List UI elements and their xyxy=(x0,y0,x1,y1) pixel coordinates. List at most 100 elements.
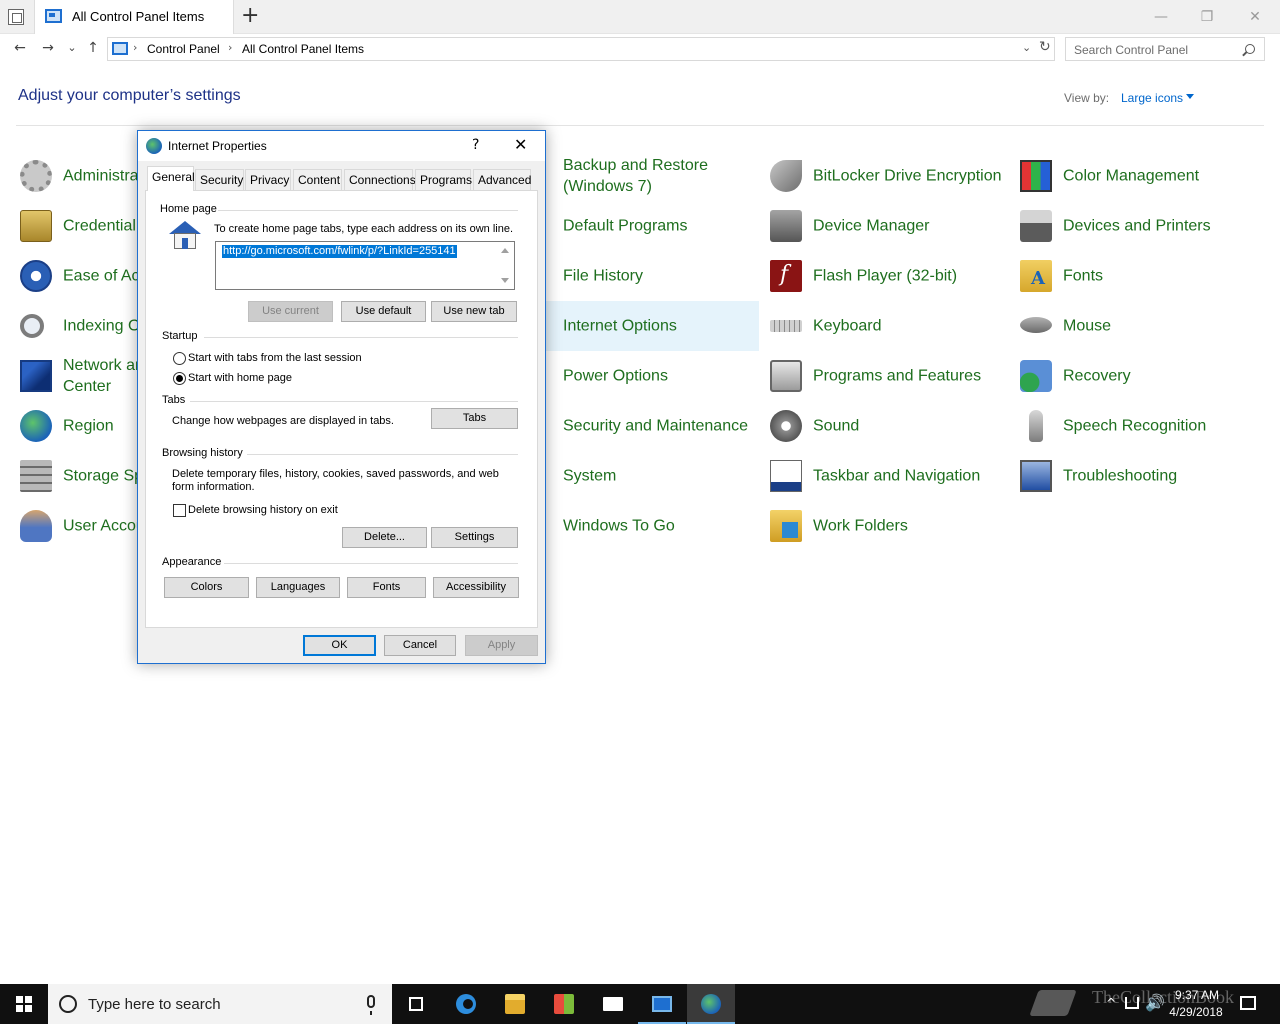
tab-content[interactable]: Content xyxy=(293,169,342,190)
url-scrollbar[interactable] xyxy=(498,243,513,288)
colors-button[interactable]: Colors xyxy=(164,577,249,598)
tab-privacy[interactable]: Privacy xyxy=(245,169,291,190)
task-view-icon[interactable] xyxy=(8,9,24,25)
cp-item-devices-printers[interactable]: Devices and Printers xyxy=(1010,201,1250,251)
cp-item-internet-options[interactable]: Internet Options xyxy=(510,301,759,351)
taskbar-search-box[interactable]: Type here to search xyxy=(48,984,392,1024)
cp-item-color-management[interactable]: Color Management xyxy=(1010,151,1250,201)
delete-history-on-exit-label[interactable]: Delete browsing history on exit xyxy=(188,504,338,517)
cp-item-programs-features[interactable]: Programs and Features xyxy=(760,351,1000,401)
task-view-button[interactable] xyxy=(392,984,440,1024)
cp-item-bitlocker[interactable]: BitLocker Drive Encryption xyxy=(760,151,1002,201)
breadcrumb-all-items[interactable]: All Control Panel Items xyxy=(242,42,364,56)
indexing-options-icon xyxy=(20,314,44,338)
use-default-button[interactable]: Use default xyxy=(341,301,426,322)
internet-globe-icon xyxy=(701,994,721,1014)
cp-item-backup-restore[interactable]: Backup and Restore (Windows 7) xyxy=(510,151,750,201)
history-settings-button[interactable]: Settings xyxy=(431,527,518,548)
cp-item-system[interactable]: System xyxy=(510,451,750,501)
group-divider xyxy=(247,454,518,455)
tabs-settings-button[interactable]: Tabs xyxy=(431,408,518,429)
cancel-button[interactable]: Cancel xyxy=(384,635,456,656)
home-page-url-input[interactable]: http://go.microsoft.com/fwlink/p/?LinkId… xyxy=(215,241,515,290)
languages-button[interactable]: Languages xyxy=(256,577,340,598)
close-button[interactable]: ✕ xyxy=(1232,3,1278,31)
accessibility-button[interactable]: Accessibility xyxy=(433,577,519,598)
taskbar-search-placeholder: Type here to search xyxy=(88,996,221,1013)
cp-item-flash-player[interactable]: Flash Player (32-bit) xyxy=(760,251,1000,301)
tab-connections[interactable]: Connections xyxy=(344,169,416,190)
help-button[interactable]: ? xyxy=(472,137,479,153)
cp-item-keyboard[interactable]: Keyboard xyxy=(760,301,1000,351)
maximize-button[interactable]: ❐ xyxy=(1184,3,1230,31)
cp-item-troubleshooting[interactable]: Troubleshooting xyxy=(1010,451,1250,501)
cp-item-recovery[interactable]: Recovery xyxy=(1010,351,1250,401)
internet-properties-taskbar-button[interactable] xyxy=(687,984,735,1024)
programs-features-icon xyxy=(770,360,802,392)
use-new-tab-button[interactable]: Use new tab xyxy=(431,301,517,322)
volume-icon[interactable]: 🔊 xyxy=(1145,993,1165,1012)
forward-button[interactable]: → xyxy=(38,38,58,58)
control-panel-taskbar-button[interactable] xyxy=(638,984,686,1024)
edge-button[interactable] xyxy=(442,984,490,1024)
cp-item-speech-recognition[interactable]: Speech Recognition xyxy=(1010,401,1250,451)
network-icon[interactable] xyxy=(1125,997,1139,1009)
action-center-icon[interactable] xyxy=(1240,996,1256,1010)
window-tab[interactable]: All Control Panel Items xyxy=(34,0,234,34)
speech-recognition-icon xyxy=(1029,410,1043,442)
dialog-title-bar[interactable]: Internet Properties ? ✕ xyxy=(138,131,545,161)
dialog-close-button[interactable]: ✕ xyxy=(514,135,527,154)
cp-item-default-programs[interactable]: Default Programs xyxy=(510,201,750,251)
start-button[interactable] xyxy=(0,984,48,1024)
startup-home-page-radio[interactable] xyxy=(173,372,186,385)
search-icon[interactable] xyxy=(1245,44,1255,54)
delete-history-button[interactable]: Delete... xyxy=(342,527,427,548)
back-button[interactable]: ← xyxy=(10,38,30,58)
clock-time[interactable]: 9:37 AM xyxy=(1172,988,1222,1002)
apply-button[interactable]: Apply xyxy=(465,635,538,656)
cp-item-power-options[interactable]: Power Options xyxy=(510,351,750,401)
cp-item-fonts[interactable]: Fonts xyxy=(1010,251,1250,301)
clock-date[interactable]: 4/29/2018 xyxy=(1166,1005,1226,1019)
task-view-icon xyxy=(409,997,423,1011)
tab-security[interactable]: Security xyxy=(195,169,244,190)
microphone-icon[interactable] xyxy=(367,995,375,1015)
cp-item-file-history[interactable]: File History xyxy=(510,251,750,301)
tab-programs[interactable]: Programs xyxy=(415,169,472,190)
file-explorer-button[interactable] xyxy=(491,984,539,1024)
recent-locations-button[interactable]: ⌄ xyxy=(62,38,82,58)
cp-item-windows-to-go[interactable]: Windows To Go xyxy=(510,501,750,551)
tray-expand-icon[interactable]: ^ xyxy=(1106,996,1116,1010)
minimize-button[interactable]: — xyxy=(1138,3,1184,31)
new-tab-button[interactable]: + xyxy=(241,4,259,28)
ok-button[interactable]: OK xyxy=(303,635,376,656)
scroll-down-icon[interactable] xyxy=(501,278,509,283)
tab-advanced[interactable]: Advanced xyxy=(473,169,531,190)
address-bar[interactable]: › Control Panel › All Control Panel Item… xyxy=(107,37,1055,61)
store-button[interactable] xyxy=(540,984,588,1024)
use-current-button[interactable]: Use current xyxy=(248,301,333,322)
cp-item-device-manager[interactable]: Device Manager xyxy=(760,201,1000,251)
view-by-dropdown[interactable]: Large icons xyxy=(1121,91,1183,105)
cp-item-taskbar-navigation[interactable]: Taskbar and Navigation xyxy=(760,451,1000,501)
up-button[interactable]: ↑ xyxy=(83,38,103,58)
tab-general[interactable]: General xyxy=(147,166,195,191)
flash-player-icon xyxy=(770,260,802,292)
refresh-button[interactable]: ↻ xyxy=(1039,39,1051,55)
cp-item-work-folders[interactable]: Work Folders xyxy=(760,501,1000,551)
startup-last-session-radio[interactable] xyxy=(173,352,186,365)
startup-last-session-label[interactable]: Start with tabs from the last session xyxy=(188,352,362,365)
delete-history-on-exit-checkbox[interactable] xyxy=(173,504,186,517)
chevron-down-icon[interactable] xyxy=(1186,94,1194,99)
cp-item-label: Windows To Go xyxy=(563,517,675,535)
cp-item-mouse[interactable]: Mouse xyxy=(1010,301,1250,351)
cp-item-sound[interactable]: Sound xyxy=(760,401,1000,451)
address-dropdown-button[interactable]: ⌄ xyxy=(1022,41,1031,54)
scroll-up-icon[interactable] xyxy=(501,248,509,253)
fonts-button[interactable]: Fonts xyxy=(347,577,426,598)
search-input[interactable]: Search Control Panel xyxy=(1065,37,1265,61)
breadcrumb-control-panel[interactable]: Control Panel xyxy=(147,42,220,56)
mail-button[interactable] xyxy=(589,984,637,1024)
startup-home-page-label[interactable]: Start with home page xyxy=(188,372,292,385)
cp-item-security-maintenance[interactable]: Security and Maintenance xyxy=(510,401,750,451)
